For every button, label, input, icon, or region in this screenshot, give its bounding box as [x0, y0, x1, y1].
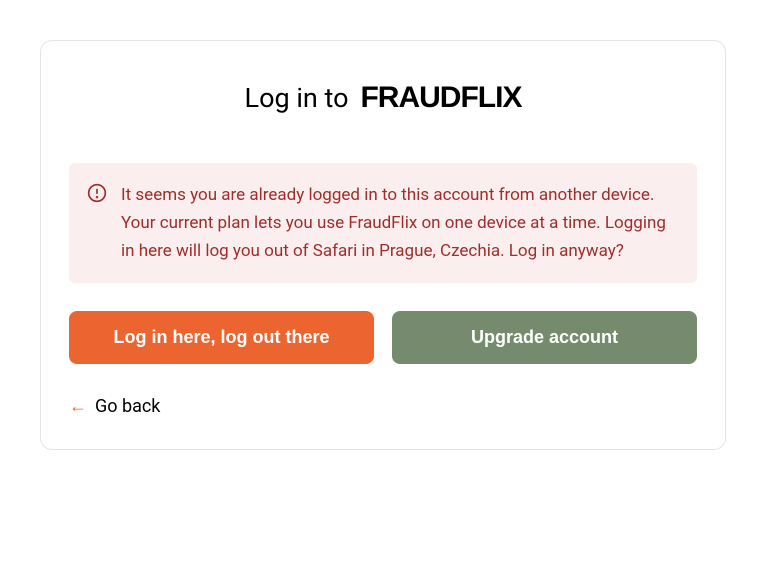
go-back-link[interactable]: ← Go back	[69, 396, 160, 417]
button-row: Log in here, log out there Upgrade accou…	[69, 311, 697, 364]
arrow-left-icon: ←	[69, 396, 87, 417]
alert-message: It seems you are already logged in to th…	[121, 181, 679, 265]
upgrade-account-button[interactable]: Upgrade account	[392, 311, 697, 364]
login-card: Log in to FRAUDFLIX It seems you are alr…	[40, 40, 726, 450]
login-here-button[interactable]: Log in here, log out there	[69, 311, 374, 364]
brand-logo: FRAUDFLIX	[360, 81, 521, 115]
warning-alert: It seems you are already logged in to th…	[69, 163, 697, 283]
warning-icon	[87, 183, 107, 203]
header-prefix: Log in to	[245, 82, 349, 114]
header: Log in to FRAUDFLIX	[69, 81, 697, 115]
go-back-label: Go back	[95, 396, 160, 417]
